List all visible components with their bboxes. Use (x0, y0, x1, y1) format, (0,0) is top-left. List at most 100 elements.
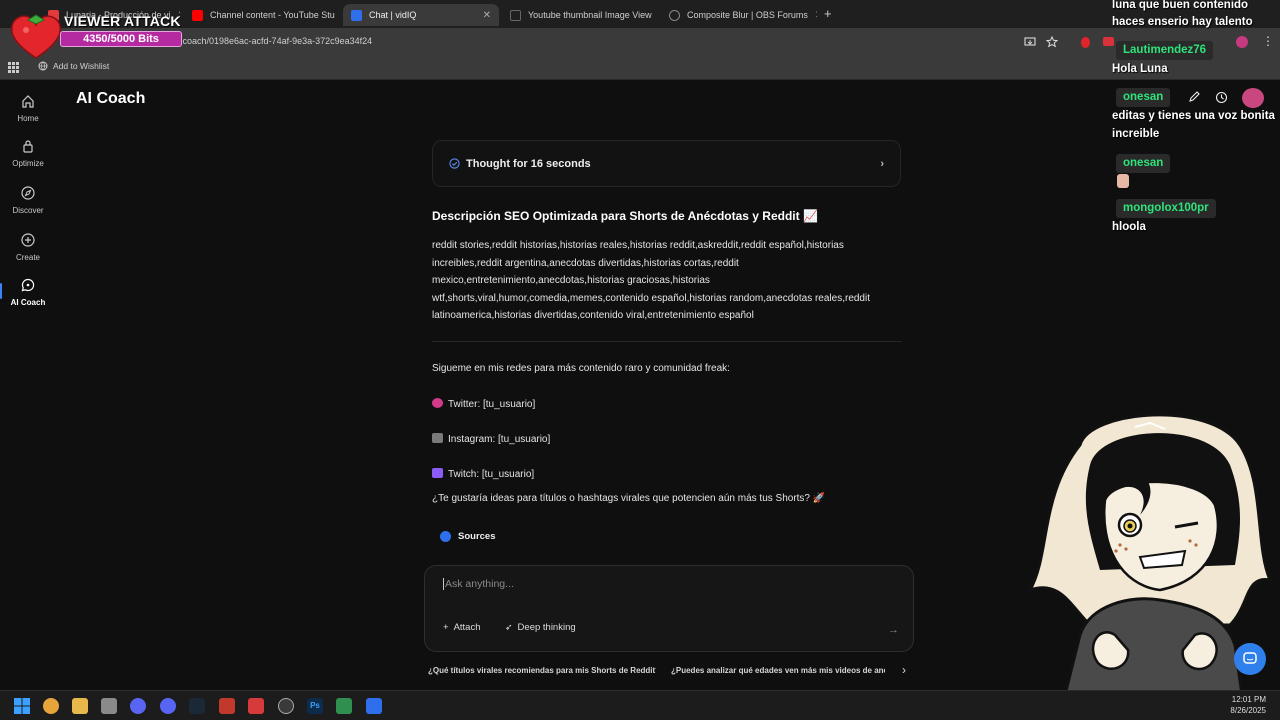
obs-icon[interactable] (278, 698, 294, 714)
sidebar-item-ai-coach[interactable]: AI Coach (0, 278, 56, 307)
browser-tab-obs-forums[interactable]: Composite Blur | OBS Forums ✕ (661, 4, 817, 26)
tab-label: Youtube thumbnail Image View (528, 10, 652, 20)
follow-text: Sigueme en mis redes para más contenido … (432, 363, 730, 374)
sources-label: Sources (458, 531, 496, 542)
sources-button[interactable]: Sources (434, 527, 496, 546)
obs-icon (669, 9, 680, 21)
check-circle-icon (449, 158, 460, 169)
browser-tab-youtube-studio[interactable]: Channel content - YouTube Stu ✕ (184, 4, 340, 26)
app-icon[interactable] (219, 698, 235, 714)
thought-summary-toggle[interactable]: Thought for 16 seconds › (432, 140, 901, 187)
divider (432, 341, 902, 342)
suggestion-chip[interactable]: ¿Puedes analizar qué edades ven más mis … (671, 666, 885, 675)
tab-label: Chat | vidIQ (369, 10, 417, 20)
valorant-icon[interactable] (248, 698, 264, 714)
plus-circle-icon (21, 233, 35, 247)
send-arrow-icon[interactable]: → (888, 624, 899, 636)
chat-message: Hola Luna (1112, 63, 1168, 75)
follow-up-question: ¿Te gustaría ideas para títulos o hashta… (432, 493, 826, 504)
close-icon[interactable]: ✕ (815, 10, 817, 21)
twitch-line: Twitch: [tu_usuario] (432, 468, 534, 480)
seo-heading: Descripción SEO Optimizada para Shorts d… (432, 209, 818, 223)
rocket-icon: ➶ (505, 622, 513, 632)
browser-tab-bar: Lunaria - Producción de vi ✕ Channel con… (0, 0, 1280, 28)
bird-icon (432, 398, 443, 408)
sidebar-item-label: Create (15, 253, 40, 262)
address-bar: /ai-coach/0198e6ac-acfd-74af-9e3a-372c9e… (0, 28, 1280, 56)
chrome-icon[interactable] (43, 698, 59, 714)
home-icon (22, 95, 34, 108)
chat-bubble-icon (21, 278, 35, 292)
chat-icon (1243, 652, 1257, 664)
chat-composer: + Attach ➶ Deep thinking → (424, 565, 914, 652)
help-chat-button[interactable] (1234, 643, 1266, 675)
windows-taskbar: Ps 12:01 PM 8/26/2025 (0, 690, 1280, 720)
viewer-attack-title: VIEWER ATTACK (64, 13, 181, 29)
chevron-right-icon[interactable]: › (902, 663, 906, 677)
sheets-icon[interactable] (336, 698, 352, 714)
globe-icon (38, 61, 48, 71)
chat-message: editas y tienes una voz bonita increible (1112, 110, 1275, 140)
sidebar-item-home[interactable]: Home (0, 94, 56, 123)
install-icon[interactable] (1024, 36, 1036, 48)
instagram-line: Instagram: [tu_usuario] (432, 433, 550, 445)
bookmark-add-to-wishlist[interactable]: Add to Wishlist (38, 61, 109, 71)
chevron-right-icon: › (880, 157, 884, 170)
sidebar-nav: Home Optimize Discover Create AI Coach (0, 81, 56, 690)
sidebar-item-label: Home (17, 114, 39, 123)
bookmark-label: Add to Wishlist (53, 61, 110, 71)
sidebar-item-optimize[interactable]: Optimize (0, 139, 56, 168)
adblock-icon[interactable] (1103, 37, 1114, 46)
more-menu-icon[interactable]: ⋮ (1262, 34, 1274, 48)
system-clock[interactable]: 12:01 PM 8/26/2025 (1230, 694, 1266, 716)
url-text[interactable]: /ai-coach/0198e6ac-acfd-74af-9e3a-372c9e… (170, 36, 372, 46)
close-icon[interactable]: ✕ (483, 10, 491, 21)
attach-label: Attach (453, 622, 481, 633)
sidebar-item-create[interactable]: Create (0, 233, 56, 262)
clock-date: 8/26/2025 (1230, 706, 1266, 715)
page-icon (510, 9, 521, 21)
sidebar-item-label: Optimize (12, 159, 44, 168)
youtube-icon (192, 9, 203, 21)
deep-thinking-button[interactable]: ➶ Deep thinking (505, 622, 576, 633)
app-icon[interactable] (101, 698, 117, 714)
extension-icon[interactable] (1081, 37, 1090, 48)
chat-username: mongolox100pr (1116, 199, 1216, 218)
steam-icon[interactable] (189, 698, 205, 714)
chat-username: onesan (1116, 154, 1171, 173)
bits-count: 4350/5000 Bits (83, 33, 159, 45)
history-icon[interactable] (1215, 91, 1228, 104)
pencil-icon[interactable] (1188, 91, 1200, 103)
file-explorer-icon[interactable] (72, 698, 88, 714)
browser-tab-thumbnail-viewer[interactable]: Youtube thumbnail Image View ✕ (502, 4, 658, 26)
gamepad-icon (432, 468, 443, 478)
star-icon[interactable] (1046, 36, 1058, 48)
chat-message: hloola (1112, 221, 1146, 233)
chat-username: onesan (1116, 88, 1171, 107)
docs-icon[interactable] (366, 698, 382, 714)
ask-input[interactable] (443, 578, 883, 590)
page-title: AI Coach (76, 90, 146, 107)
windows-start-icon[interactable] (14, 698, 30, 714)
browser-tab-vidiq-chat[interactable]: Chat | vidIQ ✕ (343, 4, 499, 26)
attach-button[interactable]: + Attach (443, 622, 481, 633)
plus-icon: + (443, 622, 449, 633)
tab-label: Channel content - YouTube Stu (210, 10, 335, 20)
sidebar-item-label: Discover (12, 206, 44, 215)
discord-icon[interactable] (130, 698, 146, 714)
new-tab-button[interactable]: + (824, 6, 832, 21)
lock-icon (23, 140, 33, 153)
sidebar-item-discover[interactable]: Discover (0, 186, 56, 215)
twitter-text: Twitter: [tu_usuario] (448, 399, 536, 410)
chat-message-top: luna que buen contenido (1112, 0, 1249, 11)
apps-grid-icon[interactable] (8, 62, 19, 73)
deep-thinking-label: Deep thinking (517, 622, 576, 633)
avatar (1242, 88, 1264, 108)
photoshop-icon[interactable]: Ps (307, 698, 323, 714)
profile-avatar[interactable] (1236, 36, 1248, 48)
suggestion-chip[interactable]: ¿Qué títulos virales recomiendas para mi… (428, 666, 656, 675)
bits-progress-bar: 4350/5000 Bits (60, 31, 182, 47)
twitter-line: Twitter: [tu_usuario] (432, 398, 535, 410)
discord-icon[interactable] (160, 698, 176, 714)
emote-icon (1117, 174, 1129, 188)
